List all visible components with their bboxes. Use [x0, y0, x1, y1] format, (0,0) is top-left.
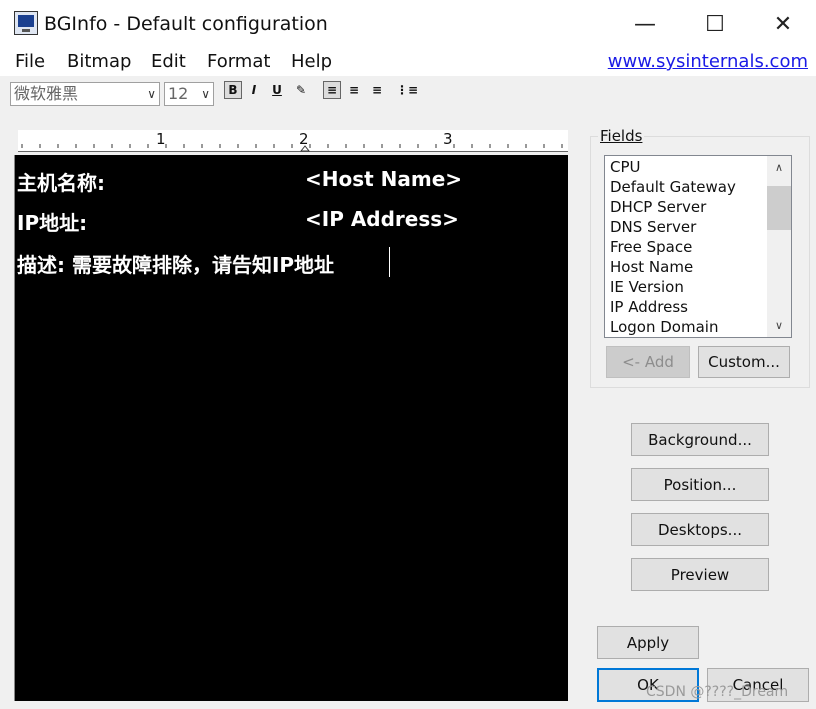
editor-line-label: IP地址: [17, 211, 88, 235]
ruler-mark-2: 2 [299, 130, 309, 148]
font-name-value: 微软雅黑 [14, 84, 79, 103]
editor-line-value: <Host Name> [305, 167, 463, 191]
menu-file[interactable]: File [15, 51, 45, 72]
menu-edit[interactable]: Edit [151, 51, 186, 72]
list-item[interactable]: IE Version [610, 278, 684, 296]
underline-button[interactable]: U [268, 81, 286, 99]
format-toolbar: 微软雅黑 ∨ 12 ∨ B I U ✎ ≡ ≡ ≡ ⋮≡ [0, 76, 816, 110]
text-color-icon[interactable]: ✎ [292, 81, 310, 99]
position-button[interactable]: Position... [631, 468, 769, 501]
scroll-up-icon[interactable]: ∧ [767, 158, 791, 176]
preview-button[interactable]: Preview [631, 558, 769, 591]
ruler-mark-1: 1 [156, 130, 166, 148]
scroll-thumb[interactable] [767, 186, 791, 230]
menu-help[interactable]: Help [291, 51, 332, 72]
scroll-down-icon[interactable]: ∨ [767, 316, 791, 334]
editor-line-label: 主机名称: [17, 171, 105, 195]
list-item[interactable]: CPU [610, 158, 641, 176]
apply-button[interactable]: Apply [597, 626, 699, 659]
fields-listbox[interactable]: CPU Default Gateway DHCP Server DNS Serv… [604, 155, 792, 338]
menu-format[interactable]: Format [207, 51, 270, 72]
ruler: 1 2 3 [18, 130, 568, 152]
list-item[interactable]: DNS Server [610, 218, 696, 236]
font-size-combo[interactable]: 12 ∨ [164, 82, 214, 106]
editor-line-value: <IP Address> [305, 207, 459, 231]
app-icon [14, 11, 38, 35]
maximize-button[interactable]: ☐ [680, 0, 750, 48]
list-item[interactable]: Logon Domain [610, 318, 718, 336]
text-caret [389, 247, 390, 277]
bold-button[interactable]: B [224, 81, 242, 99]
menu-bar: File Bitmap Edit Format Help www.sysinte… [0, 48, 816, 76]
watermark: CSDN @????_Dream [646, 684, 789, 700]
ruler-ticks [21, 144, 563, 152]
font-size-value: 12 [168, 84, 189, 103]
window-title: BGInfo - Default configuration [44, 13, 328, 35]
align-center-button[interactable]: ≡ [345, 81, 363, 99]
custom-button[interactable]: Custom... [698, 346, 790, 378]
list-item[interactable]: Default Gateway [610, 178, 736, 196]
italic-button[interactable]: I [245, 81, 263, 99]
bullets-button[interactable]: ⋮≡ [396, 81, 418, 99]
chevron-down-icon: ∨ [147, 87, 156, 101]
list-item[interactable]: IP Address [610, 298, 688, 316]
add-field-button[interactable]: <- Add [606, 346, 690, 378]
close-button[interactable]: ✕ [748, 0, 816, 48]
minimize-button[interactable]: — [610, 0, 680, 48]
list-item[interactable]: Free Space [610, 238, 692, 256]
font-name-combo[interactable]: 微软雅黑 ∨ [10, 82, 160, 106]
chevron-down-icon: ∨ [201, 87, 210, 101]
list-item[interactable]: DHCP Server [610, 198, 706, 216]
desktops-button[interactable]: Desktops... [631, 513, 769, 546]
editor-line-label: 描述: 需要故障排除，请告知IP地址 [17, 253, 335, 277]
fields-scrollbar[interactable]: ∧ ∨ [767, 156, 791, 337]
align-left-button[interactable]: ≡ [323, 81, 341, 99]
menu-bitmap[interactable]: Bitmap [67, 51, 131, 72]
sysinternals-link[interactable]: www.sysinternals.com [608, 51, 808, 72]
background-button[interactable]: Background... [631, 423, 769, 456]
list-item[interactable]: Host Name [610, 258, 693, 276]
ruler-mark-3: 3 [443, 130, 453, 148]
align-right-button[interactable]: ≡ [368, 81, 386, 99]
fields-label: Fields [598, 127, 645, 145]
text-editor[interactable]: 主机名称: <Host Name> IP地址: <IP Address> 描述:… [14, 155, 568, 701]
